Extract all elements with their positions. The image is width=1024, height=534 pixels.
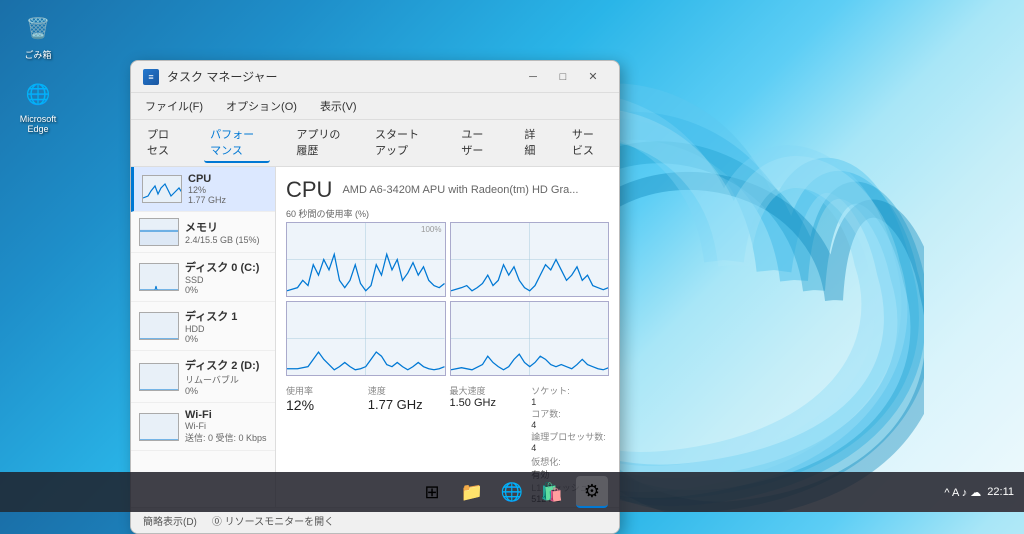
close-button[interactable]: ✕	[579, 67, 607, 87]
system-tray-icons: ^ A ♪ ☁	[944, 486, 981, 499]
stat-cores-value: 4	[531, 420, 609, 430]
sidebar-disk2-sub1: リムーバブル	[185, 373, 267, 386]
minimize-button[interactable]: ─	[519, 67, 547, 87]
tm-main-title-row: CPU AMD A6-3420M APU with Radeon(tm) HD …	[286, 177, 609, 203]
desktop-icon-recycle[interactable]: 🗑️ ごみ箱	[8, 10, 68, 61]
resource-monitor-link[interactable]: ⓪ リソースモニターを開く	[212, 513, 334, 528]
cpu-chart-core2	[286, 301, 446, 376]
tab-app-history[interactable]: アプリの履歴	[290, 123, 349, 163]
task-manager-window: ≡ タスク マネージャー ─ □ ✕ ファイル(F) オプション(O) 表示(V…	[130, 60, 620, 534]
cpu-chart-core3	[450, 301, 610, 376]
chart-time-label: 60 秒間の使用率 (%)	[286, 207, 609, 220]
cpu-main-title: CPU	[286, 177, 332, 203]
sidebar-disk1-name: ディスク 1	[185, 308, 267, 324]
stat-socket-label: ソケット:	[531, 384, 609, 397]
taskbar-center: ⊞ 📁 🌐 🛍️ ⚙	[416, 476, 608, 508]
sidebar-item-wifi-info: Wi-Fi Wi-Fi 送信: 0 受信: 0 Kbps	[185, 409, 267, 444]
tab-performance[interactable]: パフォーマンス	[204, 123, 270, 163]
sidebar-item-memory[interactable]: メモリ 2.4/15.5 GB (15%)	[131, 212, 275, 253]
desktop-icon-edge-label: Microsoft Edge	[8, 114, 68, 134]
sidebar-mini-chart-memory	[139, 218, 179, 246]
sidebar-cpu-name: CPU	[188, 173, 267, 185]
taskbar-store-icon[interactable]: 🛍️	[536, 476, 568, 508]
desktop-icon-recycle-label: ごみ箱	[24, 48, 51, 61]
sidebar-cpu-sub2: 1.77 GHz	[188, 195, 267, 205]
sidebar-item-disk1-info: ディスク 1 HDD 0%	[185, 308, 267, 344]
maximize-button[interactable]: □	[549, 67, 577, 87]
sidebar-item-disk0[interactable]: ディスク 0 (C:) SSD 0%	[131, 253, 275, 302]
tab-details[interactable]: 詳細	[518, 123, 546, 163]
sidebar-item-disk1[interactable]: ディスク 1 HDD 0%	[131, 302, 275, 351]
window-body: CPU 12% 1.77 GHz メモリ 2.4/15.5 GB (15%)	[131, 167, 619, 507]
sidebar-cpu-sub1: 12%	[188, 185, 267, 195]
window-title-icon: ≡	[143, 69, 159, 85]
sidebar-item-disk0-info: ディスク 0 (C:) SSD 0%	[185, 259, 267, 295]
sidebar-disk0-sub1: SSD	[185, 275, 267, 285]
sidebar-wifi-name: Wi-Fi	[185, 409, 267, 421]
cpu-charts-grid: 100%	[286, 222, 609, 376]
sidebar-mini-chart-disk2	[139, 363, 179, 391]
sidebar-disk0-name: ディスク 0 (C:)	[185, 259, 267, 275]
menu-view[interactable]: 表示(V)	[316, 96, 361, 116]
window-title-text: タスク マネージャー	[167, 68, 519, 85]
cpu-chart-core1	[450, 222, 610, 297]
sidebar-wifi-sub2: 送信: 0 受信: 0 Kbps	[185, 431, 267, 444]
sidebar-wifi-sub1: Wi-Fi	[185, 421, 267, 431]
window-titlebar: ≡ タスク マネージャー ─ □ ✕	[131, 61, 619, 93]
stat-speed-value: 1.77 GHz	[368, 397, 446, 412]
chart-max-label-0: 100%	[421, 225, 441, 234]
sidebar-mini-chart-disk1	[139, 312, 179, 340]
stat-socket-value: 1	[531, 397, 609, 407]
sidebar-mini-chart-disk0	[139, 263, 179, 291]
taskbar: ⊞ 📁 🌐 🛍️ ⚙ ^ A ♪ ☁ 22:11	[0, 472, 1024, 512]
desktop-icons-container: 🗑️ ごみ箱 🌐 Microsoft Edge	[8, 10, 68, 134]
sidebar-mini-chart-wifi	[139, 413, 179, 441]
sidebar-memory-name: メモリ	[185, 219, 267, 235]
sidebar-memory-sub1: 2.4/15.5 GB (15%)	[185, 235, 267, 245]
stat-speed-label: 速度	[368, 384, 446, 397]
taskbar-edge-icon[interactable]: 🌐	[496, 476, 528, 508]
stat-virt-label: 仮想化:	[531, 455, 609, 468]
tab-process[interactable]: プロセス	[141, 123, 184, 163]
tab-users[interactable]: ユーザー	[455, 123, 498, 163]
sidebar-disk0-sub2: 0%	[185, 285, 267, 295]
taskbar-system-tray: ^ A ♪ ☁ 22:11	[944, 486, 1014, 499]
simple-view-button[interactable]: 簡略表示(D)	[143, 513, 197, 528]
sidebar-item-cpu[interactable]: CPU 12% 1.77 GHz	[131, 167, 275, 212]
stat-max-speed-value: 1.50 GHz	[450, 397, 528, 409]
cpu-chart-core0: 100%	[286, 222, 446, 297]
window-tabbar: プロセス パフォーマンス アプリの履歴 スタートアップ ユーザー 詳細 サービス	[131, 120, 619, 167]
window-menubar: ファイル(F) オプション(O) 表示(V)	[131, 93, 619, 120]
stat-cores-label: コア数:	[531, 407, 609, 420]
sidebar-item-disk2[interactable]: ディスク 2 (D:) リムーバブル 0%	[131, 351, 275, 403]
sidebar-item-disk2-info: ディスク 2 (D:) リムーバブル 0%	[185, 357, 267, 396]
taskbar-explorer-icon[interactable]: 📁	[456, 476, 488, 508]
tab-startup[interactable]: スタートアップ	[369, 123, 435, 163]
taskbar-taskmanager-icon[interactable]: ⚙	[576, 476, 608, 508]
sidebar-item-memory-info: メモリ 2.4/15.5 GB (15%)	[185, 219, 267, 245]
desktop-icon-edge[interactable]: 🌐 Microsoft Edge	[8, 76, 68, 134]
sidebar-disk2-name: ディスク 2 (D:)	[185, 357, 267, 373]
sidebar-item-cpu-info: CPU 12% 1.77 GHz	[188, 173, 267, 205]
window-controls: ─ □ ✕	[519, 67, 607, 87]
sidebar-mini-chart-cpu	[142, 175, 182, 203]
stat-logical-label: 論理プロセッサ数:	[531, 430, 609, 443]
cpu-main-subtitle: AMD A6-3420M APU with Radeon(tm) HD Gra.…	[342, 184, 578, 196]
taskbar-start-button[interactable]: ⊞	[416, 476, 448, 508]
sidebar-disk2-sub2: 0%	[185, 386, 267, 396]
stat-logical-value: 4	[531, 443, 609, 453]
sidebar-item-wifi[interactable]: Wi-Fi Wi-Fi 送信: 0 受信: 0 Kbps	[131, 403, 275, 451]
menu-file[interactable]: ファイル(F)	[141, 96, 207, 116]
sidebar-disk1-sub2: 0%	[185, 334, 267, 344]
sidebar-disk1-sub1: HDD	[185, 324, 267, 334]
taskbar-clock: 22:11	[987, 486, 1014, 498]
tm-sidebar: CPU 12% 1.77 GHz メモリ 2.4/15.5 GB (15%)	[131, 167, 276, 507]
stat-usage-value: 12%	[286, 397, 364, 413]
tab-services[interactable]: サービス	[566, 123, 609, 163]
tm-main-content: CPU AMD A6-3420M APU with Radeon(tm) HD …	[276, 167, 619, 507]
stat-max-speed-label: 最大速度	[450, 384, 528, 397]
stat-usage-label: 使用率	[286, 384, 364, 397]
menu-options[interactable]: オプション(O)	[222, 96, 301, 116]
